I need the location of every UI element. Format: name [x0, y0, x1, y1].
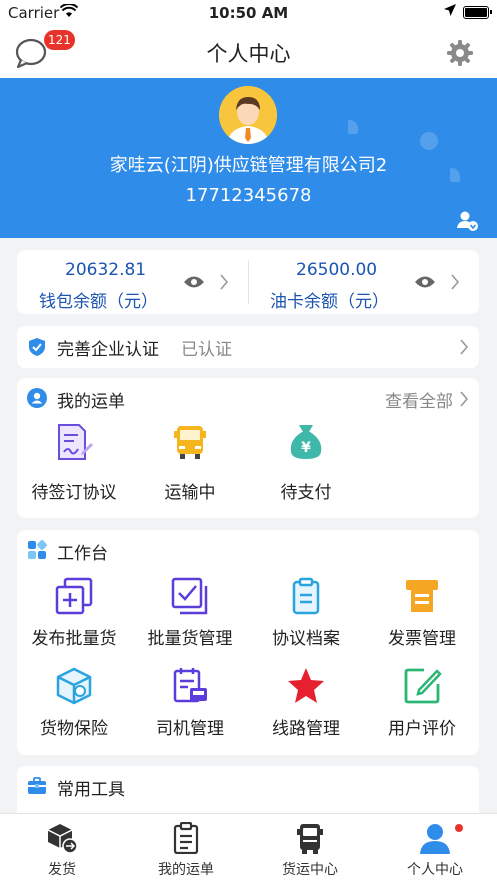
- chevron-right-icon: [460, 339, 469, 355]
- invoice-icon: [406, 580, 438, 612]
- certification-status: 已认证: [181, 340, 232, 360]
- svg-text:¥: ¥: [301, 440, 311, 456]
- eye-icon[interactable]: [183, 274, 205, 290]
- avatar[interactable]: [219, 86, 277, 144]
- battery-icon: [463, 6, 492, 19]
- waybill-icon: [173, 822, 199, 854]
- chevron-right-icon[interactable]: [459, 391, 469, 407]
- status-bar: Carrier 10:50 AM: [0, 0, 497, 26]
- tab-label: 发货: [48, 862, 76, 878]
- order-item-label: 待支付: [280, 483, 332, 503]
- driver-management[interactable]: 司机管理: [133, 666, 247, 750]
- route-management[interactable]: 线路管理: [249, 666, 363, 750]
- shield-check-icon: [29, 338, 45, 356]
- see-all-link[interactable]: 查看全部: [385, 387, 453, 412]
- workbench-item-label: 发布批量货: [31, 629, 117, 649]
- cargo-insurance-icon: [56, 667, 92, 705]
- wallet-card: 20632.81 钱包余额（元） 26500.00 油卡余额（元）: [17, 250, 479, 314]
- grid-apps-icon: [28, 540, 47, 559]
- section-title: 我的运单: [57, 392, 125, 412]
- tab-freight-center[interactable]: 货运中心: [248, 814, 372, 883]
- truck-icon: [174, 426, 206, 459]
- profile-header: 家哇云(江阴)供应链管理有限公司2 17712345678: [0, 78, 497, 238]
- fuel-card-amount: 26500.00: [296, 260, 378, 280]
- page-title: 个人中心: [206, 42, 291, 66]
- order-pending-sign[interactable]: 待签订协议: [17, 422, 131, 503]
- workbench-item-label: 司机管理: [156, 719, 224, 739]
- batch-manage-icon: [171, 577, 208, 615]
- chevron-right-icon: [451, 274, 460, 290]
- sign-agreement-icon: [58, 424, 93, 460]
- tab-label: 个人中心: [407, 862, 463, 878]
- phone-number: 17712345678: [185, 185, 312, 206]
- section-title: 工作台: [57, 544, 108, 564]
- chevron-right-icon: [220, 274, 229, 290]
- wallet-balance-cell[interactable]: 20632.81 钱包余额（元）: [17, 250, 248, 314]
- eye-icon[interactable]: [414, 274, 436, 290]
- toolbox-icon: [28, 777, 46, 794]
- workbench-item-label: 协议档案: [272, 629, 340, 649]
- tab-my-waybills[interactable]: 我的运单: [124, 814, 248, 883]
- batch-cargo-management[interactable]: 批量货管理: [133, 576, 247, 660]
- decor-bubble: [420, 132, 438, 150]
- tab-personal-center[interactable]: 个人中心: [373, 814, 497, 883]
- wallet-balance-amount: 20632.81: [65, 260, 147, 280]
- workbench-item-label: 批量货管理: [147, 629, 233, 649]
- workbench-card: 工作台 发布批量货 批量货管理 协议档案 发票管理 货物保险 司机管理 线路管理…: [17, 530, 479, 755]
- order-in-transit[interactable]: 运输中: [133, 422, 247, 503]
- driver-manage-icon: [173, 668, 207, 703]
- cargo-insurance[interactable]: 货物保险: [17, 666, 131, 750]
- workbench-item-label: 货物保险: [40, 719, 108, 739]
- nav-bar: 121 个人中心: [0, 26, 497, 78]
- fuel-card-label: 油卡余额（元）: [270, 292, 389, 312]
- ship-goods-icon: [47, 824, 78, 854]
- user-circle-icon: [27, 388, 47, 408]
- order-pending-payment[interactable]: ¥ 待支付: [249, 422, 363, 503]
- clock: 10:50 AM: [208, 4, 289, 22]
- decor-bubble: [348, 120, 358, 134]
- workbench-item-label: 用户评价: [388, 719, 456, 739]
- my-waybills-card: 我的运单 查看全部 待签订协议 运输中 ¥ 待支付: [17, 378, 479, 518]
- publish-batch-icon: [55, 577, 93, 615]
- notification-dot: [455, 824, 463, 832]
- tab-label: 我的运单: [158, 862, 214, 878]
- route-star-icon: [288, 668, 324, 703]
- workbench-item-label: 线路管理: [272, 719, 340, 739]
- order-item-label: 待签订协议: [31, 483, 117, 503]
- user-review-icon: [404, 668, 442, 704]
- bottom-tab-bar: 发货 我的运单 货运中心 个人中心: [0, 813, 497, 883]
- user-reviews[interactable]: 用户评价: [365, 666, 479, 750]
- order-item-label: 运输中: [164, 483, 216, 503]
- publish-batch-cargo[interactable]: 发布批量货: [17, 576, 131, 660]
- enterprise-certification-row[interactable]: 完善企业认证 已认证: [17, 326, 479, 368]
- money-bag-icon: ¥: [290, 425, 322, 459]
- gear-icon[interactable]: [447, 40, 473, 66]
- tab-ship[interactable]: 发货: [0, 814, 124, 883]
- location-arrow-icon: [444, 4, 456, 16]
- switch-user-icon[interactable]: [457, 210, 479, 232]
- workbench-item-label: 发票管理: [388, 629, 456, 649]
- tab-label: 货运中心: [282, 862, 338, 878]
- certification-label: 完善企业认证: [57, 340, 159, 360]
- agreement-archive-icon: [292, 577, 320, 615]
- fuel-card-cell[interactable]: 26500.00 油卡余额（元）: [248, 250, 479, 314]
- company-name: 家哇云(江阴)供应链管理有限公司2: [109, 155, 388, 176]
- agreement-archive[interactable]: 协议档案: [249, 576, 363, 660]
- section-title: 常用工具: [57, 780, 125, 800]
- invoice-management[interactable]: 发票管理: [365, 576, 479, 660]
- freight-center-icon: [297, 824, 323, 854]
- person-icon: [420, 824, 450, 854]
- wallet-balance-label: 钱包余额（元）: [39, 292, 158, 312]
